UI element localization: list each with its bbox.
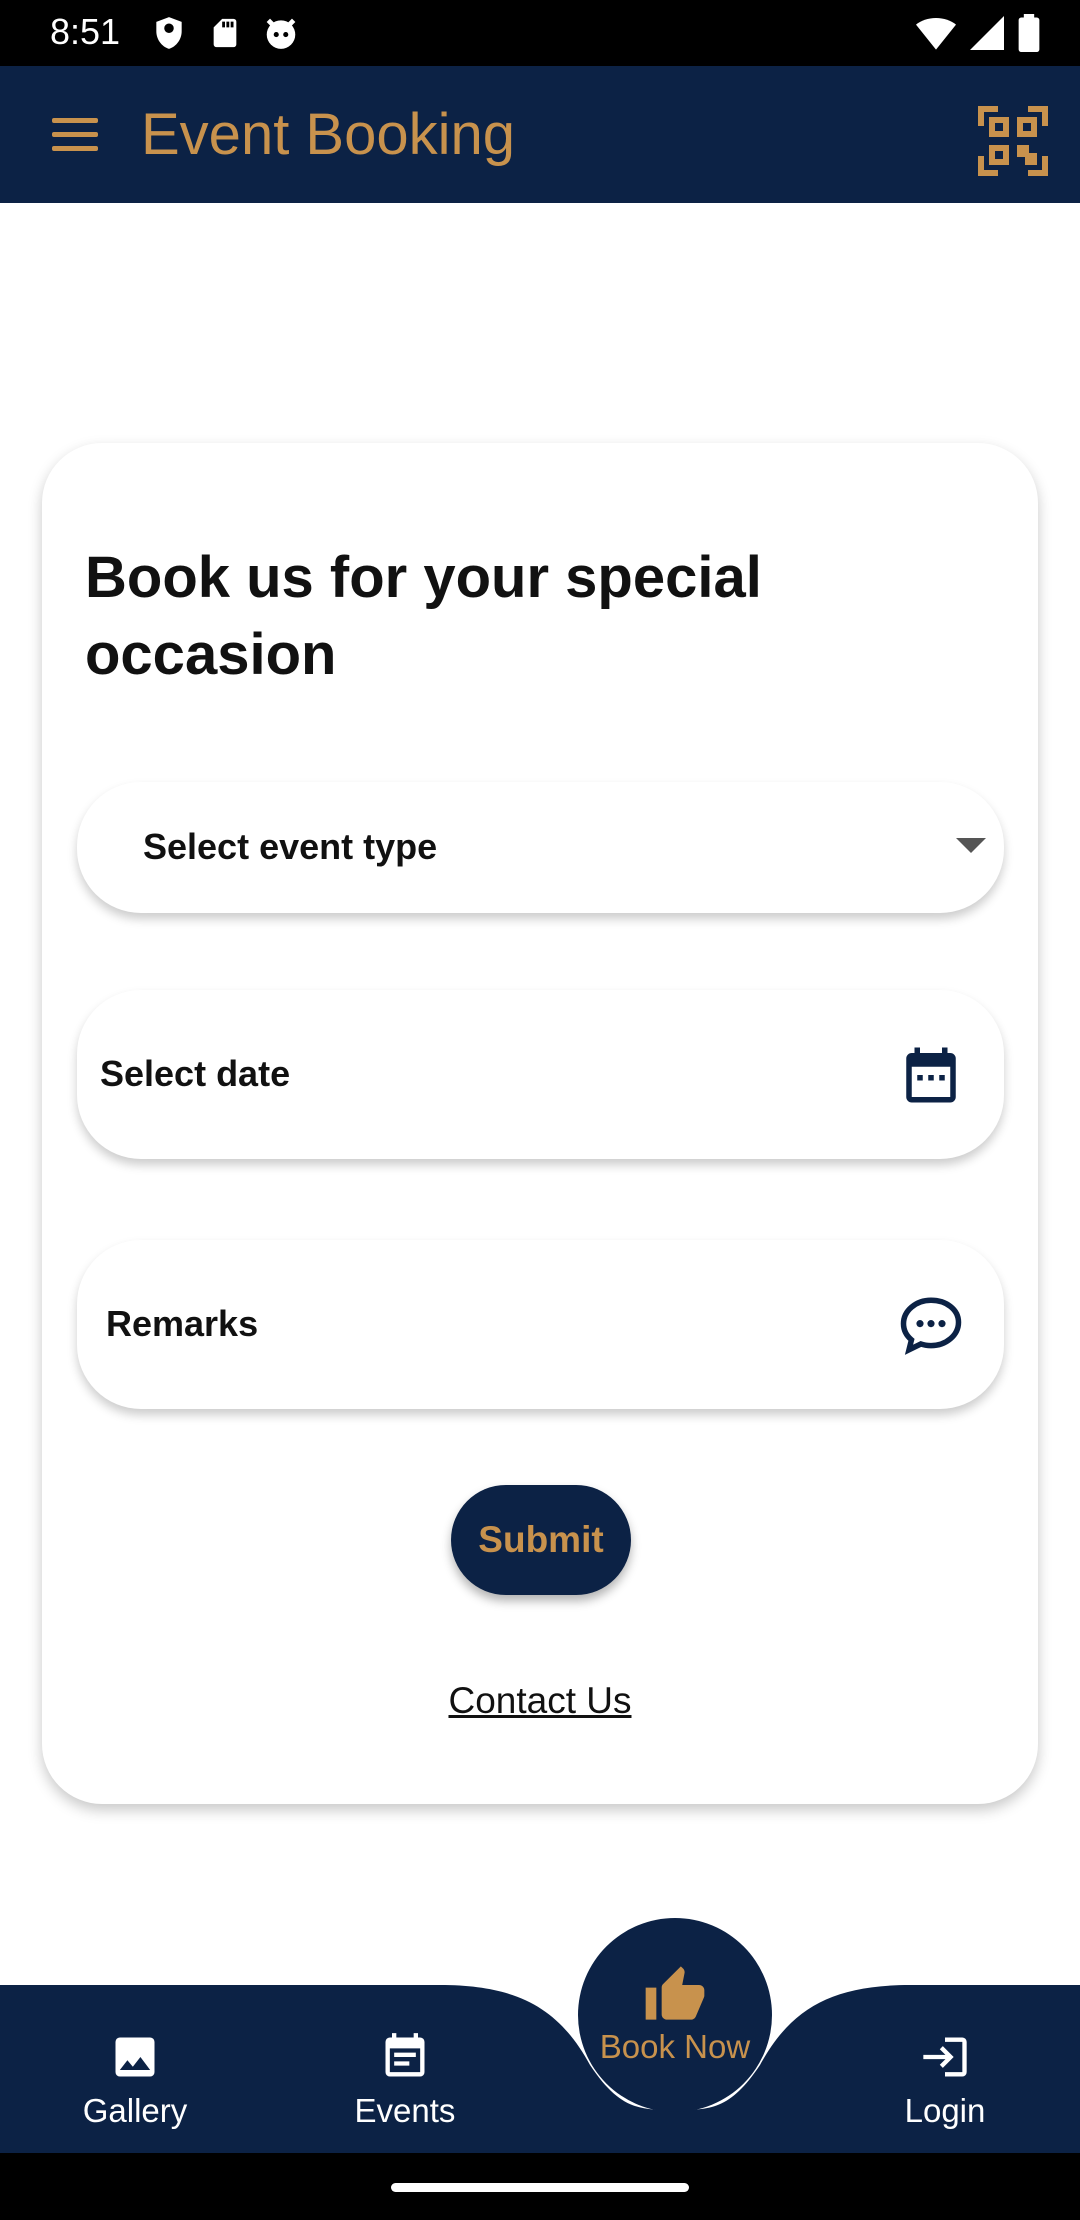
dropdown-arrow-icon <box>956 838 986 853</box>
date-field[interactable]: Select date <box>77 990 1004 1159</box>
book-now-label: Book Now <box>599 2028 751 2065</box>
app-bar: Event Booking <box>0 66 1080 203</box>
nav-gallery-label: Gallery <box>82 2092 188 2129</box>
event-type-placeholder: Select event type <box>143 826 438 867</box>
bottom-navigation: Gallery Events Login <box>0 1985 1080 2153</box>
book-now-button[interactable]: Book Now <box>578 1918 772 2112</box>
home-indicator[interactable] <box>391 2183 689 2192</box>
nav-events[interactable]: Events <box>305 2031 505 2151</box>
chat-bubble-icon <box>900 1297 962 1355</box>
nav-login[interactable]: Login <box>845 2031 1045 2151</box>
nav-login-label: Login <box>904 2092 986 2129</box>
nav-gallery[interactable]: Gallery <box>35 2031 235 2151</box>
signal-icon <box>970 16 1004 50</box>
status-icons-left <box>150 14 300 52</box>
status-time: 8:51 <box>50 11 121 52</box>
menu-button[interactable] <box>44 108 108 162</box>
booking-card: Book us for your special occasion Select… <box>42 443 1038 1804</box>
status-icons-right <box>916 14 1040 52</box>
hamburger-menu-icon <box>52 118 98 151</box>
remarks-field[interactable]: Remarks <box>77 1240 1004 1409</box>
date-label: Select date <box>100 1053 291 1094</box>
image-icon <box>115 2037 155 2077</box>
qr-scanner-button[interactable] <box>978 106 1048 176</box>
event-note-icon <box>385 2033 425 2077</box>
submit-button[interactable]: Submit <box>451 1485 631 1595</box>
shield-icon <box>156 17 182 49</box>
qr-code-icon <box>978 106 1048 176</box>
status-bar: 8:51 <box>0 0 1080 66</box>
thumb-up-icon <box>645 1966 705 2020</box>
app-title: Event Booking <box>141 102 516 167</box>
booking-heading: Book us for your special occasion <box>85 545 762 687</box>
wifi-icon <box>916 18 956 50</box>
nav-events-label: Events <box>354 2092 456 2129</box>
contact-us-link[interactable]: Contact Us <box>42 1680 1038 1722</box>
battery-icon <box>1018 14 1040 52</box>
event-type-select[interactable]: Select event type <box>77 782 1004 913</box>
calendar-icon[interactable] <box>898 1042 964 1108</box>
sd-card-icon <box>213 18 237 48</box>
cat-icon <box>266 18 296 49</box>
login-icon <box>923 2037 967 2077</box>
remarks-label: Remarks <box>106 1303 259 1344</box>
